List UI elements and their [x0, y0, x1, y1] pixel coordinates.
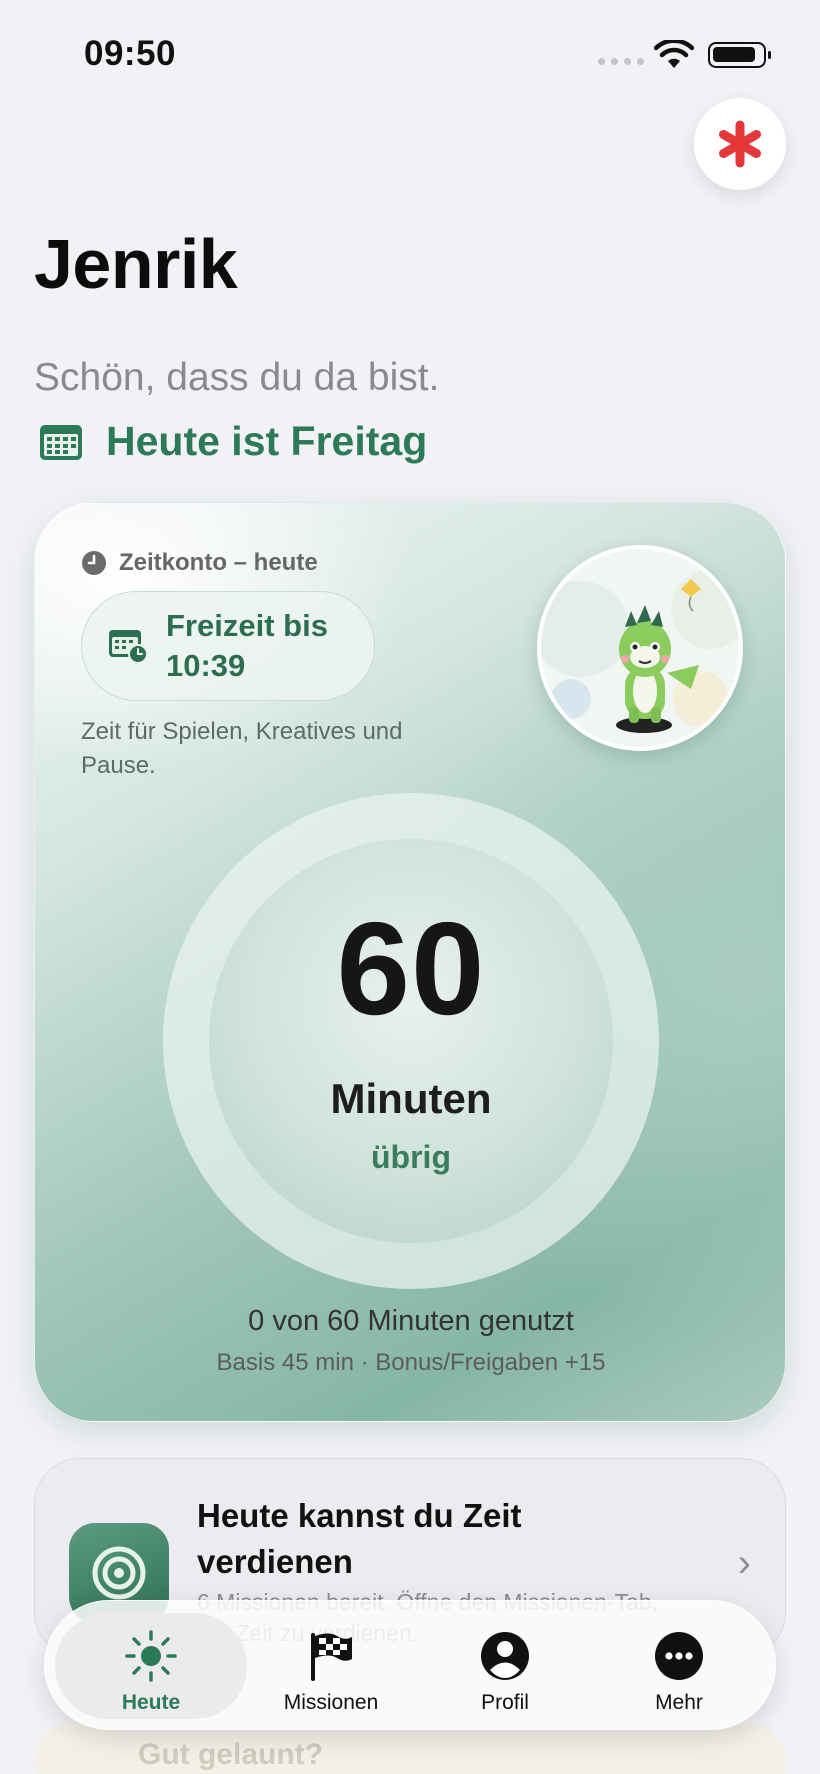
time-account-card[interactable]: Zeitkonto – heute Freizeit bis 10:39 Zei… — [34, 502, 786, 1422]
minutes-state-label: übrig — [371, 1139, 451, 1175]
dino-mascot-avatar — [537, 545, 743, 751]
tab-missionen[interactable]: Missionen — [241, 1613, 421, 1719]
wifi-icon — [654, 40, 694, 68]
asterisk-icon — [719, 120, 761, 168]
mood-card-title: Gut gelaunt? — [138, 1738, 323, 1771]
freetime-label-line1: Freizeit bis — [166, 608, 328, 644]
day-label: Heute ist Freitag — [106, 418, 428, 464]
freetime-pill[interactable]: Freizeit bis 10:39 — [81, 591, 375, 701]
tab-mehr[interactable]: Mehr — [589, 1613, 769, 1719]
tab-heute[interactable]: Heute — [55, 1613, 247, 1719]
calendar-clock-icon — [109, 630, 148, 664]
tab-bar: Heute Missionen Profil Mehr — [44, 1600, 776, 1730]
minutes-unit-label: Minuten — [330, 1075, 492, 1122]
chevron-right-icon: › — [737, 1541, 751, 1585]
earn-title: Heute kannst du Zeit verdienen — [197, 1497, 522, 1581]
emergency-button[interactable] — [694, 98, 786, 190]
tab-label: Missionen — [283, 1691, 379, 1714]
battery-icon — [708, 42, 771, 68]
clock-icon — [82, 551, 106, 575]
status-time: 09:50 — [84, 34, 177, 73]
more-icon — [655, 1632, 703, 1680]
minutes-remaining-value: 60 — [336, 895, 486, 1042]
freetime-end-time: 10:39 — [166, 648, 246, 683]
greeting-text: Schön, dass du da bist. — [34, 356, 440, 399]
cellular-signal-icon — [598, 58, 644, 65]
page-title: Jenrik — [34, 225, 238, 303]
status-bar: 09:50 — [0, 0, 820, 110]
sun-icon — [125, 1630, 177, 1682]
basis-breakdown: Basis 45 min · Bonus/Freigaben +15 — [216, 1349, 606, 1376]
day-indicator: Heute ist Freitag — [38, 418, 427, 465]
calendar-icon — [40, 424, 82, 460]
tab-label: Mehr — [655, 1691, 703, 1714]
account-header: Zeitkonto – heute — [81, 549, 318, 577]
usage-summary: 0 von 60 Minuten genutzt — [248, 1305, 574, 1337]
account-label: Zeitkonto – heute — [119, 549, 318, 576]
tab-profil[interactable]: Profil — [415, 1613, 595, 1719]
freetime-label: Freizeit bis 10:39 — [166, 606, 328, 685]
person-icon — [481, 1632, 529, 1680]
card-description: Zeit für Spielen, Kreatives und Pause. — [81, 718, 403, 779]
tab-label: Heute — [121, 1691, 181, 1714]
tab-label: Profil — [481, 1691, 529, 1714]
checkered-flag-icon — [311, 1633, 352, 1681]
